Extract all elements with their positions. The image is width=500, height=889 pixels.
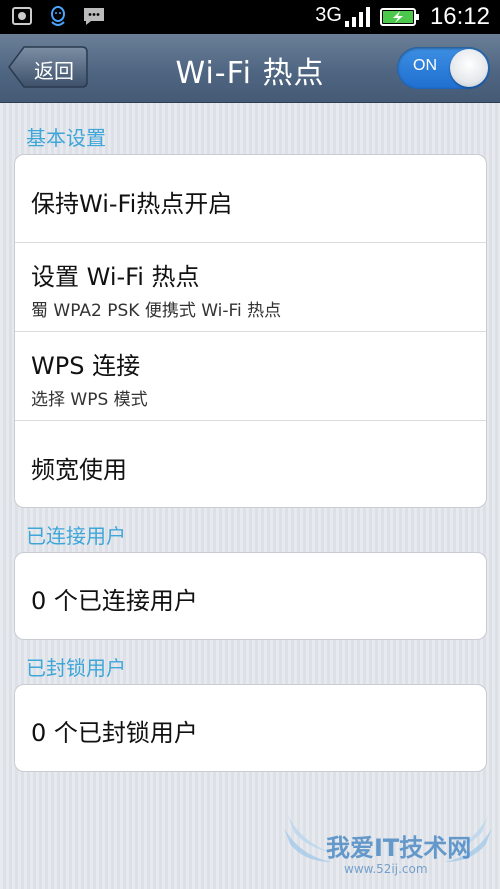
list-item-title: 保持Wi-Fi热点开启 <box>31 190 233 218</box>
section-header-blocked: 已封锁用户 <box>26 656 126 680</box>
screenshot-icon <box>12 7 32 25</box>
toggle-knob <box>450 49 488 87</box>
site-watermark: 我爱IT技术网 www.52ij.com <box>282 812 494 882</box>
list-item-subtitle: 选择 WPS 模式 <box>31 390 148 410</box>
watermark-text: 我爱IT技术网 <box>326 834 472 862</box>
list-item-connected-users[interactable]: 0 个已连接用户 <box>15 553 486 639</box>
list-item-title: 0 个已连接用户 <box>31 587 198 615</box>
basic-settings-card: 保持Wi-Fi热点开启 设置 Wi-Fi 热点 蜀 WPA2 PSK 便携式 W… <box>14 154 487 508</box>
signal-icon <box>344 7 370 27</box>
list-item-title: 设置 Wi-Fi 热点 <box>31 263 200 291</box>
list-item-keep-hotspot-on[interactable]: 保持Wi-Fi热点开启 <box>15 155 486 243</box>
section-header-basic: 基本设置 <box>26 126 106 150</box>
title-bar: 返回 Wi-Fi 热点 ON <box>0 34 500 103</box>
blocked-users-card: 0 个已封锁用户 <box>14 684 487 772</box>
battery-charging-icon <box>379 8 419 26</box>
connected-users-card: 0 个已连接用户 <box>14 552 487 640</box>
list-item-subtitle: 蜀 WPA2 PSK 便携式 Wi-Fi 热点 <box>31 301 282 321</box>
clock: 16:12 <box>429 3 490 30</box>
section-header-connected: 已连接用户 <box>26 524 126 548</box>
network-type: 3G <box>315 3 342 26</box>
list-item-title: 频宽使用 <box>31 456 127 484</box>
list-item-wps-connect[interactable]: WPS 连接 选择 WPS 模式 <box>15 332 486 421</box>
hotspot-toggle[interactable]: ON <box>397 47 490 89</box>
list-item-blocked-users[interactable]: 0 个已封锁用户 <box>15 685 486 771</box>
list-item-bandwidth-usage[interactable]: 频宽使用 <box>15 421 486 507</box>
qq-icon <box>51 6 65 26</box>
message-icon <box>84 8 104 25</box>
system-icons: 3G 16:12 <box>315 0 490 34</box>
toggle-label: ON <box>413 57 437 74</box>
list-item-configure-hotspot[interactable]: 设置 Wi-Fi 热点 蜀 WPA2 PSK 便携式 Wi-Fi 热点 <box>15 243 486 332</box>
watermark-url: www.52ij.com <box>344 862 428 876</box>
list-item-title: 0 个已封锁用户 <box>31 719 198 747</box>
notification-icons <box>10 4 106 28</box>
status-bar: 3G 16:12 <box>0 0 500 34</box>
list-item-title: WPS 连接 <box>31 352 141 380</box>
